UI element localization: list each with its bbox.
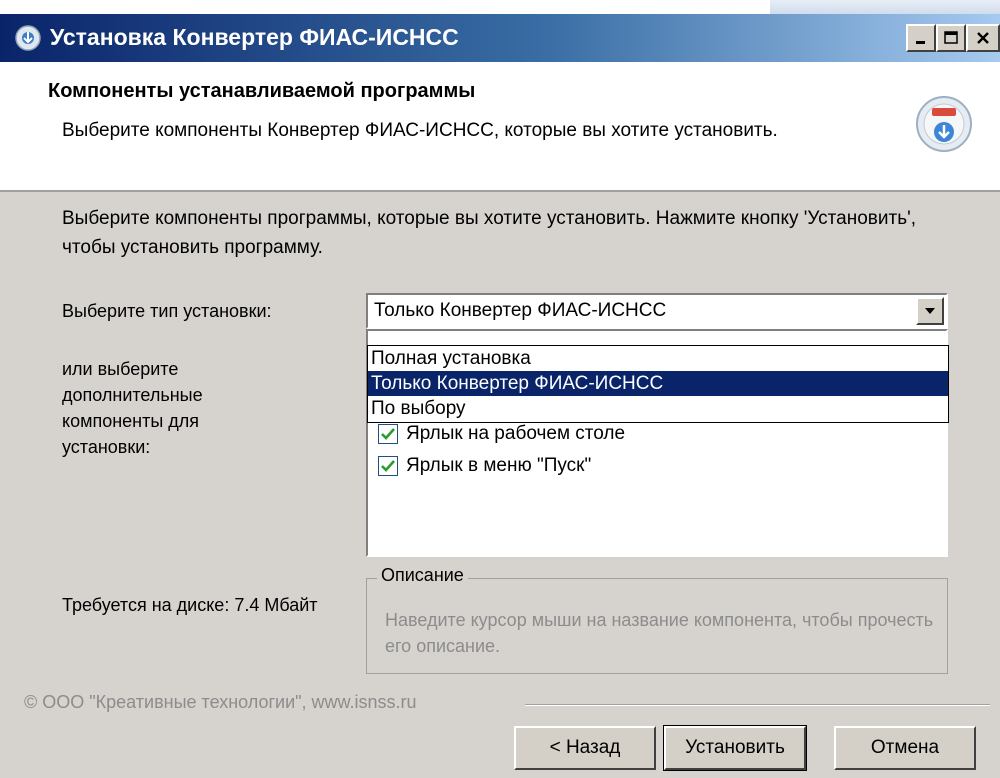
checkmark-icon (381, 460, 395, 472)
description-group: Описание Наведите курсор мыши на названи… (366, 565, 948, 674)
copyright-text: © ООО "Креативные технологии", www.isnss… (24, 692, 417, 712)
page-subtitle: Выберите компоненты Конвертер ФИАС-ИСНСС… (62, 120, 778, 141)
chevron-down-icon (925, 308, 935, 314)
install-type-label: Выберите тип установки: (62, 301, 272, 321)
close-icon (977, 32, 989, 44)
component-label: Ярлык на рабочем столе (406, 423, 626, 444)
component-start-menu-shortcut[interactable]: Ярлык в меню "Пуск" (378, 455, 591, 477)
description-text: Наведите курсор мыши на название компоне… (385, 610, 934, 656)
maximize-icon (944, 31, 958, 44)
checkbox-desktop-shortcut[interactable] (378, 424, 398, 444)
option-converter-only[interactable]: Только Конвертер ФИАС-ИСНСС (368, 371, 948, 396)
maximize-button[interactable] (936, 24, 966, 52)
installer-window: Установка Конвертер ФИАС-ИСНСС Компонент… (0, 14, 1000, 778)
component-desktop-shortcut[interactable]: Ярлык на рабочем столе (378, 423, 625, 445)
option-full-install[interactable]: Полная установка (368, 346, 948, 371)
cancel-button[interactable]: Отмена (834, 726, 976, 770)
install-type-value: Только Конвертер ФИАС-ИСНСС (374, 300, 667, 321)
install-button[interactable]: Установить (663, 725, 807, 771)
window-title: Установка Конвертер ФИАС-ИСНСС (50, 24, 459, 50)
minimize-icon (916, 41, 925, 44)
installer-icon (15, 25, 41, 51)
footer-divider (525, 704, 990, 706)
disk-space-label: Требуется на диске: 7.4 Мбайт (62, 595, 318, 615)
minimize-button[interactable] (906, 24, 936, 52)
checkmark-icon (381, 428, 395, 440)
page-header: Компоненты устанавливаемой программы Выб… (0, 62, 1000, 192)
component-label: Ярлык в меню "Пуск" (406, 455, 592, 476)
title-bar[interactable]: Установка Конвертер ФИАС-ИСНСС (0, 14, 1000, 62)
close-button[interactable] (966, 24, 1000, 52)
option-custom[interactable]: По выбору (368, 396, 948, 421)
description-title: Описание (377, 565, 468, 586)
back-button[interactable]: < Назад (514, 726, 656, 770)
intro-text: Выберите компоненты программы, которые в… (62, 208, 917, 258)
checkbox-start-menu-shortcut[interactable] (378, 456, 398, 476)
install-type-select[interactable]: Только Конвертер ФИАС-ИСНСС (366, 293, 948, 329)
dropdown-button[interactable] (916, 297, 944, 325)
installer-logo-icon (916, 96, 972, 152)
components-label: или выберите дополнительные компоненты д… (62, 359, 203, 457)
install-type-dropdown[interactable]: Полная установка Только Конвертер ФИАС-И… (367, 345, 949, 423)
page-title: Компоненты устанавливаемой программы (48, 80, 476, 102)
